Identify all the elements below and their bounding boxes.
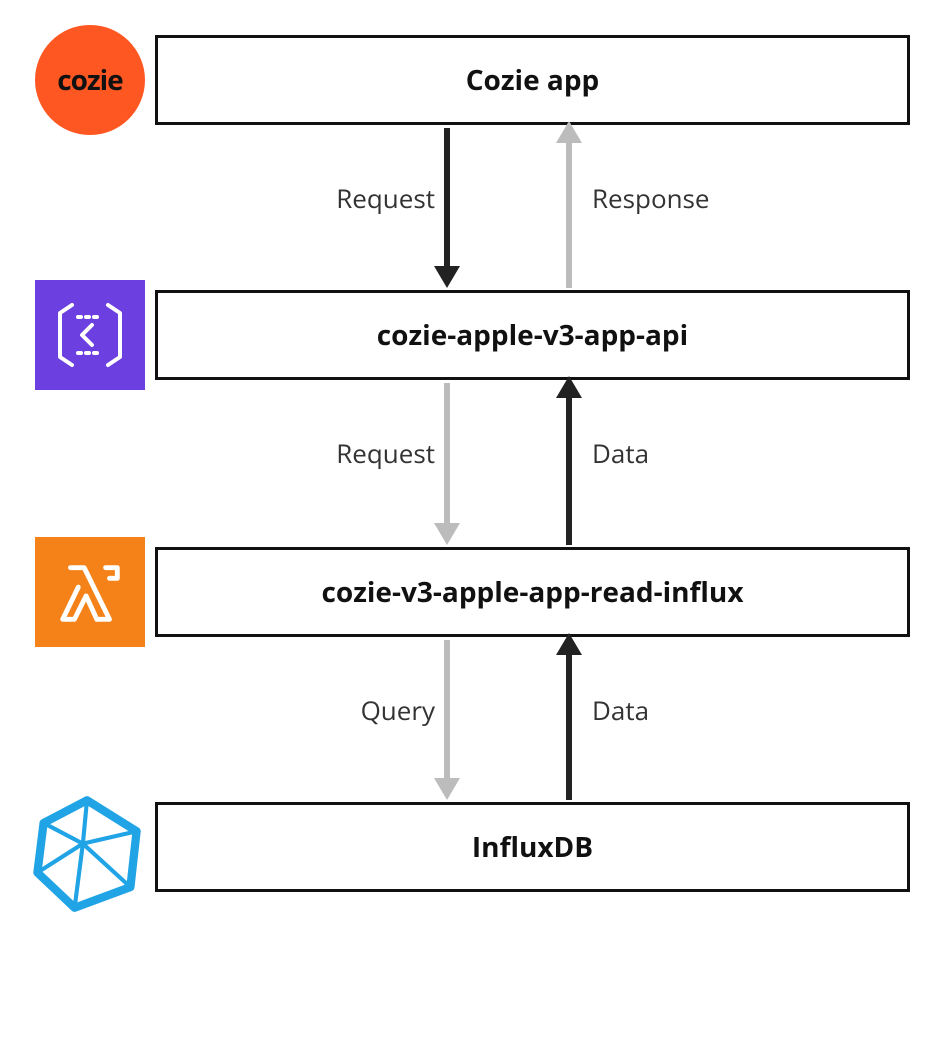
architecture-diagram: cozie Cozie app Request Response cozie-a… — [0, 0, 952, 1050]
edge-label-request-1: Request — [325, 180, 435, 216]
node-influx: InfluxDB — [155, 802, 910, 892]
cozie-icon: cozie — [35, 25, 145, 135]
node-api-gw: cozie-apple-v3-app-api — [155, 290, 910, 380]
edge-label-request-2: Request — [325, 435, 435, 471]
node-lambda: cozie-v3-apple-app-read-influx — [155, 547, 910, 637]
cozie-icon-label: cozie — [57, 61, 122, 99]
lambda-icon — [35, 537, 145, 647]
node-cozie-app: Cozie app — [155, 35, 910, 125]
edge-label-data-2: Data — [592, 692, 649, 728]
influxdb-icon — [25, 792, 149, 916]
node-cozie-app-label: Cozie app — [466, 61, 600, 99]
node-lambda-label: cozie-v3-apple-app-read-influx — [321, 573, 743, 611]
edge-label-query: Query — [345, 692, 435, 728]
node-influx-label: InfluxDB — [472, 828, 593, 866]
node-api-gw-label: cozie-apple-v3-app-api — [377, 316, 688, 354]
api-gateway-icon — [35, 280, 145, 390]
edge-label-response: Response — [592, 180, 710, 216]
edge-label-data-1: Data — [592, 435, 649, 471]
